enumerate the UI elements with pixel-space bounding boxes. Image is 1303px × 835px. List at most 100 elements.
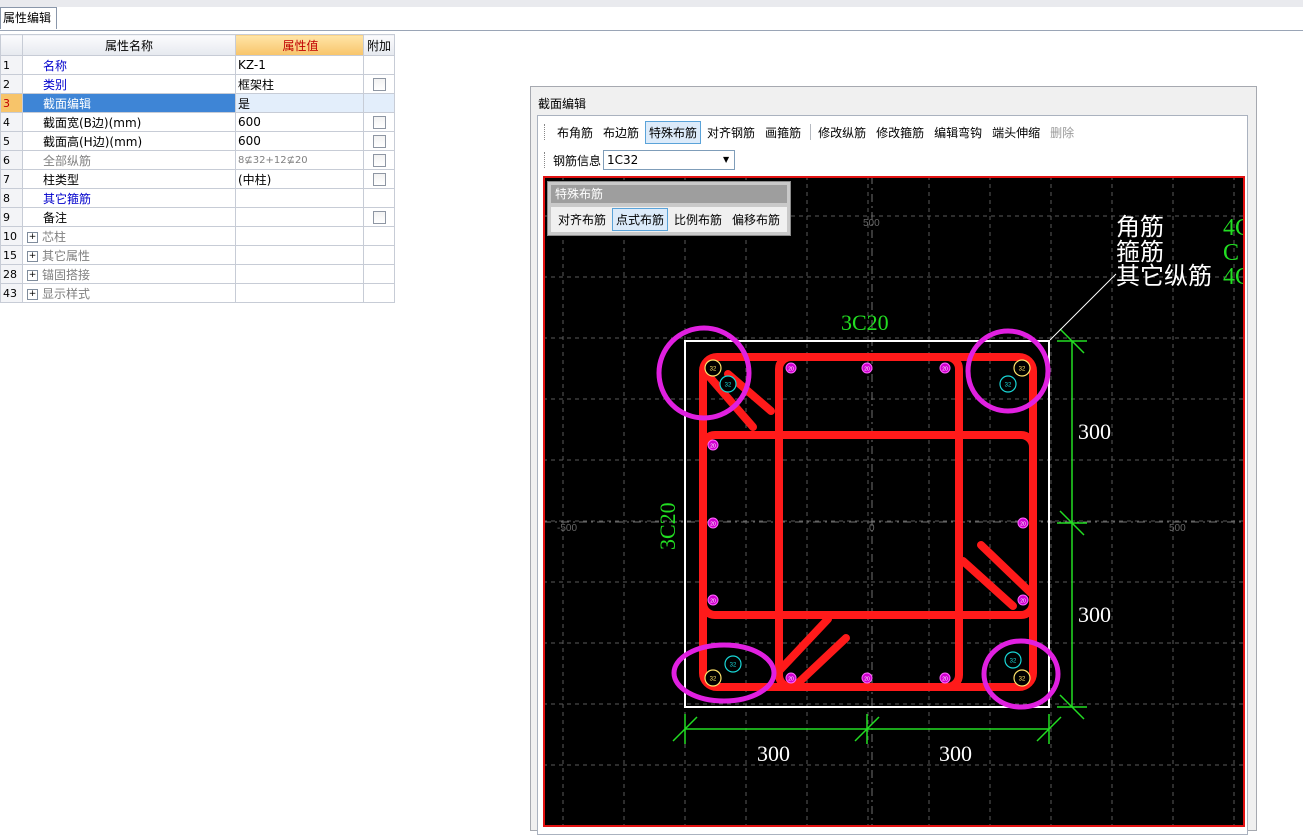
side-bar[interactable]: 20 <box>785 672 797 684</box>
toolbar-grip[interactable] <box>544 124 547 140</box>
property-value[interactable] <box>235 245 364 265</box>
extra-checkbox[interactable] <box>372 211 386 224</box>
property-name[interactable]: + 芯柱 <box>22 226 236 246</box>
chevron-down-icon[interactable]: ▼ <box>719 152 733 168</box>
side-bar[interactable]: 20 <box>785 362 797 374</box>
property-row[interactable]: 5 截面高(H边)(mm) 600 <box>0 131 395 151</box>
tab-property-editor[interactable]: 属性编辑 <box>0 7 57 29</box>
property-extra-header[interactable]: 附加 <box>363 34 395 56</box>
side-bar[interactable]: 20 <box>861 672 873 684</box>
rebar-info-combo[interactable]: 1C32 ▼ <box>603 150 736 170</box>
corner-bar[interactable]: 32 <box>704 669 722 687</box>
extra-checkbox[interactable] <box>372 78 386 91</box>
extra-checkbox[interactable] <box>372 135 386 148</box>
property-value[interactable] <box>235 226 364 246</box>
side-bar[interactable]: 20 <box>1017 517 1029 529</box>
property-value[interactable]: 是 <box>235 93 364 113</box>
side-bar[interactable]: 20 <box>707 439 719 451</box>
property-name[interactable]: 类别 <box>22 74 236 94</box>
property-name[interactable]: 其它箍筋 <box>22 188 236 208</box>
property-row[interactable]: 3 截面编辑是 <box>0 93 395 113</box>
property-row[interactable]: 15 + 其它属性 <box>0 245 395 265</box>
property-row[interactable]: 10 + 芯柱 <box>0 226 395 246</box>
extra-checkbox[interactable] <box>372 173 386 186</box>
property-value[interactable]: 8⊈32+12⊈20 <box>235 150 364 170</box>
modify-stirrup-button[interactable]: 修改箍筋 <box>872 121 928 144</box>
property-value[interactable]: 框架柱 <box>235 74 364 94</box>
special-bar-button[interactable]: 特殊布筋 <box>645 120 702 144</box>
side-bar[interactable]: 20 <box>861 362 873 374</box>
property-name-header[interactable]: 属性名称 <box>22 34 236 56</box>
property-value[interactable]: KZ-1 <box>235 55 364 75</box>
property-name[interactable]: + 其它属性 <box>22 245 236 265</box>
property-value-header[interactable]: 属性值 <box>235 34 364 56</box>
property-name[interactable]: 名称 <box>22 55 236 75</box>
property-row[interactable]: 6 全部纵筋 8⊈32+12⊈20 <box>0 150 395 170</box>
offset-place-button[interactable]: 偏移布筋 <box>728 208 784 231</box>
corner-bar[interactable]: 32 <box>704 359 722 377</box>
side-bar[interactable]: 20 <box>939 672 951 684</box>
side-bar[interactable]: 20 <box>1017 594 1029 606</box>
corner-bar-tag: 32 <box>725 383 732 389</box>
property-value[interactable] <box>235 283 364 303</box>
corner-bar[interactable]: 32 <box>1004 651 1022 669</box>
property-row[interactable]: 4 截面宽(B边)(mm) 600 <box>0 112 395 132</box>
expand-icon[interactable]: + <box>27 250 38 262</box>
property-value[interactable] <box>235 207 364 227</box>
modify-long-bar-button[interactable]: 修改纵筋 <box>814 121 870 144</box>
property-value[interactable]: 600 <box>235 131 364 151</box>
property-row[interactable]: 28 + 锚固搭接 <box>0 264 395 284</box>
place-corner-bar-button[interactable]: 布角筋 <box>553 121 597 144</box>
property-row[interactable]: 1 名称 KZ-1 <box>0 55 395 75</box>
property-value[interactable] <box>235 188 364 208</box>
corner-bar[interactable]: 32 <box>1013 359 1031 377</box>
property-name[interactable]: 全部纵筋 <box>22 150 236 170</box>
property-name[interactable]: + 锚固搭接 <box>22 264 236 284</box>
property-value[interactable] <box>235 264 364 284</box>
toolbar-grip[interactable] <box>544 152 547 168</box>
expand-icon[interactable]: + <box>27 231 38 243</box>
extra-checkbox[interactable] <box>372 116 386 129</box>
corner-bar[interactable]: 32 <box>719 375 737 393</box>
row-number: 15 <box>0 245 23 265</box>
property-name[interactable]: 截面高(H边)(mm) <box>22 131 236 151</box>
property-row[interactable]: 9 备注 <box>0 207 395 227</box>
property-row[interactable]: 7 柱类型 (中柱) <box>0 169 395 189</box>
place-edge-bar-button[interactable]: 布边筋 <box>599 121 643 144</box>
popup-title[interactable]: 特殊布筋 <box>551 185 787 203</box>
edit-hook-button[interactable]: 编辑弯钩 <box>930 121 986 144</box>
corner-bar[interactable]: 32 <box>1013 669 1031 687</box>
point-place-button[interactable]: 点式布筋 <box>612 208 669 231</box>
end-stretch-button[interactable]: 端头伸缩 <box>988 121 1044 144</box>
side-bar-tag: 20 <box>942 367 948 373</box>
side-bar[interactable]: 20 <box>707 517 719 529</box>
property-name[interactable]: 截面编辑 <box>22 93 236 113</box>
draw-stirrup-button[interactable]: 画箍筋 <box>761 121 805 144</box>
property-value[interactable]: (中柱) <box>235 169 364 189</box>
property-name[interactable]: 截面宽(B边)(mm) <box>22 112 236 132</box>
property-name[interactable]: + 显示样式 <box>22 283 236 303</box>
property-row[interactable]: 2 类别 框架柱 <box>0 74 395 94</box>
side-bar[interactable]: 20 <box>707 594 719 606</box>
property-name[interactable]: 柱类型 <box>22 169 236 189</box>
section-drawing[interactable]: 500 -500 0 500 20 20 20 20 20 20 20 20 20 20 20 32 3… <box>543 176 1245 827</box>
highlight-bottom-left[interactable] <box>671 642 777 704</box>
expand-icon[interactable]: + <box>27 269 38 281</box>
property-value[interactable]: 600 <box>235 112 364 132</box>
property-row[interactable]: 8 其它箍筋 <box>0 188 395 208</box>
property-row[interactable]: 43 + 显示样式 <box>0 283 395 303</box>
leader-line <box>1049 273 1117 341</box>
section-canvas[interactable]: 500 -500 0 500 20 20 20 20 20 20 20 20 20 20 20 32 3… <box>543 176 1245 827</box>
delete-button[interactable]: 删除 <box>1046 121 1078 144</box>
legend-stirrup-value: C <box>1223 240 1239 266</box>
side-bar[interactable]: 20 <box>939 362 951 374</box>
expand-icon[interactable]: + <box>27 288 38 300</box>
align-bar-button[interactable]: 对齐钢筋 <box>703 121 759 144</box>
corner-bar[interactable]: 32 <box>999 375 1017 393</box>
property-name[interactable]: 备注 <box>22 207 236 227</box>
ratio-place-button[interactable]: 比例布筋 <box>670 208 726 231</box>
rebar-info-label: 钢筋信息 <box>553 153 602 168</box>
extra-checkbox[interactable] <box>372 154 386 167</box>
corner-bar[interactable]: 32 <box>724 655 742 673</box>
align-place-button[interactable]: 对齐布筋 <box>554 208 610 231</box>
